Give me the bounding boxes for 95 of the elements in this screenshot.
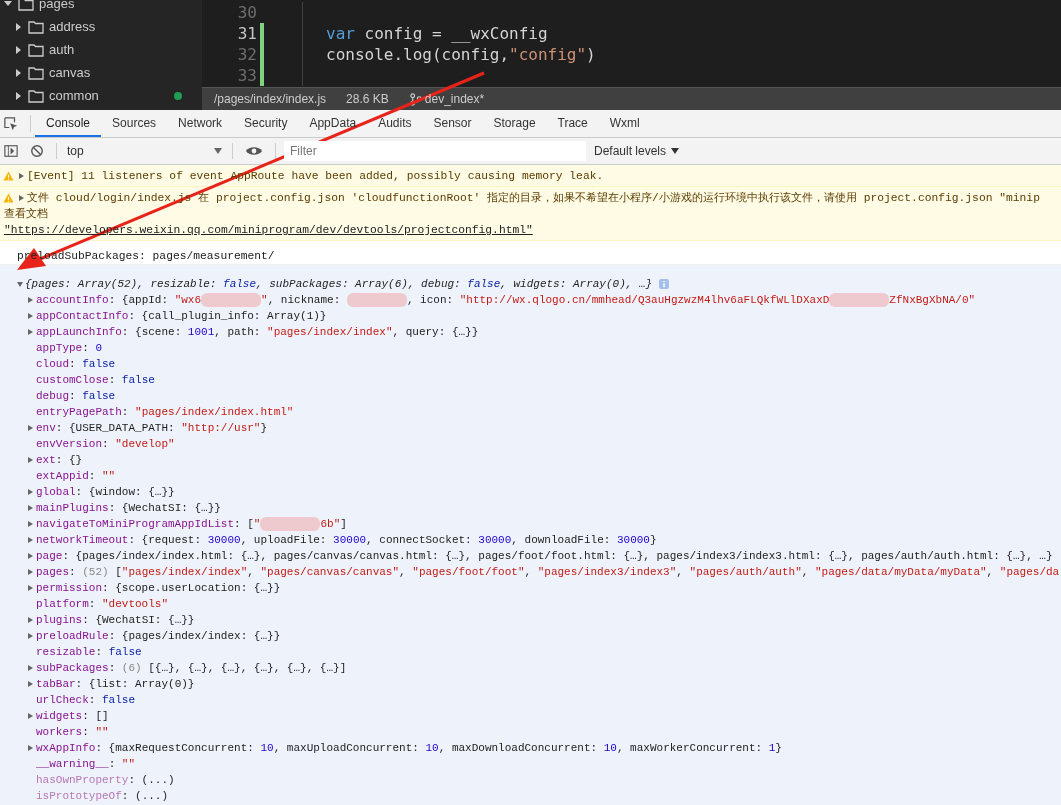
- branch-name: dev_index*: [424, 92, 485, 107]
- expand-triangle-icon[interactable]: [28, 521, 33, 527]
- line-number: 33: [236, 66, 257, 85]
- property-line: appContactInfo: {call_plugin_info: Array(1)}: [36, 310, 327, 322]
- devtools-tab[interactable]: Storage: [482, 110, 547, 137]
- property-line: entryPagePath: "pages/index/index.html": [36, 406, 294, 418]
- folder-icon: [18, 0, 34, 11]
- line-number: 31: [236, 24, 257, 43]
- devtools-tab[interactable]: Trace: [546, 110, 599, 137]
- expand-triangle-icon[interactable]: [28, 489, 33, 495]
- property-line: debug: false: [36, 390, 116, 402]
- property-line: widgets: []: [36, 710, 109, 722]
- devtools-tab[interactable]: Sensor: [422, 110, 483, 137]
- expand-triangle-icon[interactable]: [28, 569, 33, 575]
- property-line: permission: {scope.userLocation: {…}}: [36, 582, 281, 594]
- devtools-tab[interactable]: Sources: [101, 110, 168, 137]
- line-number: 32: [236, 45, 257, 64]
- property-line: resizable: false: [36, 646, 142, 658]
- property-line: extAppid: "": [36, 470, 116, 482]
- expand-triangle-icon[interactable]: [28, 313, 33, 319]
- property-line: appLaunchInfo: {scene: 1001, path: "pages/index/index", query: {…}}: [36, 326, 479, 338]
- folder-name[interactable]: common: [49, 88, 99, 103]
- property-line: plugins: {WechatSI: {…}}: [36, 614, 195, 626]
- devtools-tab[interactable]: Network: [167, 110, 234, 137]
- object-summary: {pages: Array(52), resizable: false, subPackages: Array(6), debug: false, widgets: Array(0), …}: [25, 278, 653, 290]
- code-line: var config = __wxConfig: [326, 24, 548, 43]
- expand-triangle-icon[interactable]: [28, 297, 33, 303]
- warning-icon: [3, 193, 14, 203]
- property-line: platform: "devtools": [36, 598, 169, 610]
- expand-triangle-icon[interactable]: [28, 457, 33, 463]
- folder-icon: [28, 42, 44, 57]
- file-path: /pages/index/index.js: [214, 92, 327, 107]
- line-number: 30: [236, 3, 257, 22]
- property-line: hasOwnProperty: (...): [36, 774, 175, 786]
- property-line: customClose: false: [36, 374, 155, 386]
- clear-console-icon[interactable]: [30, 144, 44, 158]
- property-line: ext: {}: [36, 454, 83, 466]
- expand-triangle-icon[interactable]: [28, 553, 33, 559]
- expand-triangle-icon[interactable]: [28, 681, 33, 687]
- property-line: global: {window: {…}}: [36, 486, 175, 498]
- property-line: envVersion: "develop": [36, 438, 175, 450]
- folder-icon: [28, 65, 44, 80]
- property-line: accountInfo: {appId: "wx6 ", nickname: , icon: "http://wx.qlogo.cn/mmhead/Q3auHgzwzM4lhv6aFLQkfWLlDXaxD ZfNxBgXbNA/0": [36, 293, 976, 307]
- property-line: urlCheck: false: [36, 694, 136, 706]
- filter-field[interactable]: Filter: [284, 141, 586, 161]
- devtools-tab[interactable]: Wxml: [598, 110, 651, 137]
- property-line: mainPlugins: {WechatSI: {…}}: [36, 502, 221, 514]
- folder-name: pages: [39, 0, 75, 11]
- property-line: pages: (52) ["pages/index/index", "pages/canvas/canvas", "pages/foot/foot", "pages/index3/index3", "pages/auth/auth", "pages/data/myData/myData", "pages/da: [36, 566, 1060, 578]
- expand-triangle-icon[interactable]: [28, 425, 33, 431]
- property-line: tabBar: {list: Array(0)}: [36, 678, 195, 690]
- devtools-tab[interactable]: Audits: [367, 110, 423, 137]
- context-select[interactable]: top: [61, 138, 228, 164]
- eye-icon[interactable]: [245, 144, 263, 158]
- property-line: workers: "": [36, 726, 109, 738]
- expand-triangle-icon[interactable]: [28, 633, 33, 639]
- property-line: isPrototypeOf: (...): [36, 790, 169, 802]
- folder-icon: [28, 88, 44, 103]
- expand-triangle-icon[interactable]: [28, 537, 33, 543]
- property-line: env: {USER_DATA_PATH: "http://usr"}: [36, 422, 268, 434]
- expand-triangle-icon[interactable]: [28, 745, 33, 751]
- folder-name[interactable]: address: [49, 19, 96, 34]
- property-line: page: {pages/index/index.html: {…}, pages/canvas/canvas.html: {…}, pages/foot/foot.html: {…}, pages/index3/index3.html: {…}, pages/auth/auth.html: {…}, …}: [36, 550, 1053, 562]
- expand-triangle-icon[interactable]: [28, 505, 33, 511]
- property-line: cloud: false: [36, 358, 116, 370]
- expand-triangle-icon[interactable]: [17, 281, 23, 287]
- branch-icon: [408, 92, 422, 106]
- code-line: console.log(config,"config"): [326, 45, 596, 64]
- log-levels-dropdown[interactable]: Default levels: [594, 138, 680, 164]
- sidebar-toggle-icon[interactable]: [4, 144, 18, 158]
- info-icon: [659, 279, 670, 289]
- property-line: subPackages: (6) [{…}, {…}, {…}, {…}, {…}, {…}]: [36, 662, 347, 674]
- file-size: 28.6 KB: [346, 92, 389, 107]
- expand-triangle-icon[interactable]: [28, 585, 33, 591]
- property-line: appType: 0: [36, 342, 103, 354]
- folder-name[interactable]: canvas: [49, 65, 91, 80]
- expand-triangle-icon[interactable]: [28, 665, 33, 671]
- devtools-tab[interactable]: AppData: [298, 110, 368, 137]
- expand-triangle-icon[interactable]: [28, 617, 33, 623]
- warning-message: 查看文档: [4, 207, 48, 222]
- property-line: navigateToMiniProgramAppIdList: [" 6b"]: [36, 517, 347, 531]
- devtools-tab[interactable]: Security: [233, 110, 299, 137]
- inspect-element-icon[interactable]: [4, 116, 18, 131]
- expand-triangle-icon[interactable]: [28, 713, 33, 719]
- expand-triangle-icon[interactable]: [19, 195, 24, 201]
- property-line: networkTimeout: {request: 30000, uploadFile: 30000, connectSocket: 30000, downloadFile: 30000}: [36, 534, 657, 546]
- folder-icon: [28, 19, 44, 34]
- property-line: __warning__: "": [36, 758, 136, 770]
- folder-name[interactable]: auth: [49, 42, 75, 57]
- tree-item[interactable]: pages: [0, 0, 202, 15]
- property-line: preloadRule: {pages/index/index: {…}}: [36, 630, 281, 642]
- warning-icon: [3, 171, 14, 181]
- expand-triangle-icon[interactable]: [19, 173, 24, 179]
- expand-triangle-icon[interactable]: [28, 329, 33, 335]
- property-line: wxAppInfo: {maxRequestConcurrent: 10, maxUploadConcurrent: 10, maxDownloadConcurrent: 10, maxWorkerConcurrent: 1}: [36, 742, 782, 754]
